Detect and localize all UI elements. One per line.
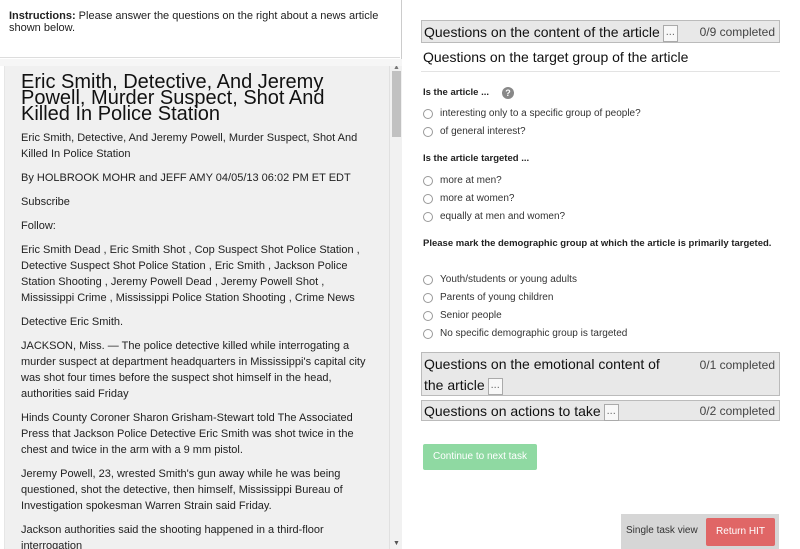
- article-frame[interactable]: Eric Smith, Detective, And Jeremy Powell…: [4, 66, 402, 549]
- divider: [0, 59, 402, 66]
- question-label: Please mark the demographic group at whi…: [423, 238, 772, 249]
- article-paragraph: Jackson authorities said the shooting ha…: [21, 524, 324, 549]
- radio-circle-icon[interactable]: [423, 176, 433, 186]
- section-content[interactable]: Questions on the content of the article.…: [421, 20, 780, 43]
- section-content-progress: 0/9 completed: [699, 25, 775, 39]
- divider: [421, 71, 780, 72]
- radio-circle-icon[interactable]: [423, 194, 433, 204]
- follow-label: Follow:: [21, 220, 56, 232]
- section-emotional-title-line1: Questions on the emotional content of: [424, 356, 660, 372]
- expand-dots-button[interactable]: ...: [487, 377, 503, 395]
- option-label: of general interest?: [440, 126, 526, 137]
- instructions: Instructions: Please answer the question…: [0, 0, 400, 58]
- bottom-toolbar: Single task view Return HIT: [621, 514, 779, 549]
- questions-panel: Questions on the content of the article.…: [403, 0, 800, 549]
- scroll-down-arrow-icon[interactable]: ▼: [393, 540, 400, 547]
- question-label: Is the article ...?: [423, 86, 514, 100]
- radio-circle-icon[interactable]: [423, 329, 433, 339]
- radio-circle-icon[interactable]: [423, 127, 433, 137]
- option-label: Senior people: [440, 310, 502, 321]
- radio-option[interactable]: Parents of young children: [423, 291, 553, 305]
- article-scrollbar[interactable]: ▲ ▼: [389, 66, 402, 549]
- radio-option[interactable]: Senior people: [423, 309, 502, 323]
- article-paragraph: JACKSON, Miss. — The police detective ki…: [21, 340, 366, 400]
- photo-caption: Detective Eric Smith.: [21, 316, 124, 328]
- option-label: more at women?: [440, 193, 515, 204]
- article-byline: By HOLBROOK MOHR and JEFF AMY 04/05/13 0…: [21, 172, 351, 184]
- option-label: equally at men and women?: [440, 211, 566, 222]
- question-label: Is the article targeted ...: [423, 153, 530, 164]
- radio-option[interactable]: No specific demographic group is targete…: [423, 327, 627, 341]
- option-label: interesting only to a specific group of …: [440, 108, 641, 119]
- radio-circle-icon[interactable]: [423, 275, 433, 285]
- article-subtitle: Eric Smith, Detective, And Jeremy Powell…: [21, 132, 358, 160]
- article-headline: Eric Smith, Detective, And Jeremy Powell…: [21, 71, 325, 125]
- article-tags: Eric Smith Dead , Eric Smith Shot , Cop …: [21, 244, 360, 304]
- expand-dots-button[interactable]: ...: [662, 24, 678, 42]
- section-content-title: Questions on the content of the article: [424, 24, 660, 40]
- section-content-title-wrap: Questions on the content of the article.…: [424, 22, 678, 42]
- article-body: Eric Smith, Detective, And Jeremy Powell…: [21, 71, 371, 549]
- expand-dots-button[interactable]: ...: [603, 403, 619, 421]
- section-emotional-title-line2-wrap: the article...: [424, 375, 503, 395]
- radio-circle-icon[interactable]: [423, 293, 433, 303]
- radio-option[interactable]: more at women?: [423, 192, 514, 206]
- section-actions-title: Questions on actions to take: [424, 403, 601, 419]
- radio-option[interactable]: Youth/students or young adults: [423, 273, 577, 287]
- left-panel: Instructions: Please answer the question…: [0, 0, 402, 549]
- section-actions-progress: 0/2 completed: [699, 404, 775, 418]
- option-label: Parents of young children: [440, 292, 554, 303]
- article-paragraph: Jeremy Powell, 23, wrested Smith's gun a…: [21, 468, 343, 512]
- option-label: more at men?: [440, 175, 502, 186]
- section-actions[interactable]: Questions on actions to take... 0/2 comp…: [421, 400, 780, 421]
- radio-circle-icon[interactable]: [423, 311, 433, 321]
- continue-button[interactable]: Continue to next task: [423, 444, 537, 470]
- radio-circle-icon[interactable]: [423, 212, 433, 222]
- help-icon[interactable]: ?: [502, 87, 514, 99]
- instructions-label: Instructions:: [9, 10, 76, 22]
- single-task-view-label[interactable]: Single task view: [626, 525, 698, 536]
- section-emotional-progress: 0/1 completed: [699, 358, 775, 372]
- option-label: Youth/students or young adults: [440, 274, 577, 285]
- section-target-title: Questions on the target group of the art…: [423, 49, 689, 65]
- article-paragraph: Hinds County Coroner Sharon Grisham-Stew…: [21, 412, 354, 456]
- radio-option[interactable]: equally at men and women?: [423, 210, 565, 224]
- option-label: No specific demographic group is targete…: [440, 328, 628, 339]
- scroll-thumb[interactable]: [392, 71, 401, 137]
- section-actions-title-wrap: Questions on actions to take...: [424, 401, 619, 421]
- radio-option[interactable]: more at men?: [423, 174, 502, 188]
- radio-option[interactable]: interesting only to a specific group of …: [423, 107, 641, 121]
- return-hit-button[interactable]: Return HIT: [706, 518, 775, 546]
- radio-circle-icon[interactable]: [423, 109, 433, 119]
- section-emotional[interactable]: Questions on the emotional content of th…: [421, 352, 780, 396]
- radio-option[interactable]: of general interest?: [423, 125, 526, 139]
- section-emotional-title-line2: the article: [424, 377, 485, 393]
- subscribe-link[interactable]: Subscribe: [21, 194, 371, 210]
- question-text: Is the article ...: [423, 87, 489, 98]
